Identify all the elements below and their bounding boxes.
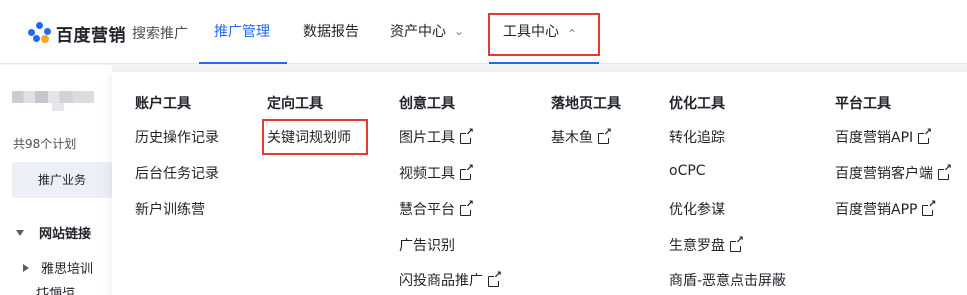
blurred-account-name-tail bbox=[52, 103, 64, 111]
sidebar-item-ielts[interactable]: 雅思培训 bbox=[23, 258, 93, 277]
baidu-marketing-logo[interactable]: 百度营销 搜索推广 bbox=[28, 21, 188, 46]
blurred-account-name bbox=[12, 91, 94, 103]
menu-item-ad-recognition[interactable]: 广告识别 bbox=[399, 235, 455, 255]
menu-item-label: 图片工具 bbox=[399, 130, 455, 146]
menu-item-video-tool[interactable]: 视频工具 ↗ bbox=[399, 163, 474, 183]
active-tab-underline bbox=[199, 62, 287, 64]
menu-item-baidu-marketing-app[interactable]: 百度营销APP ↗ bbox=[835, 199, 936, 219]
column-title-targeting-tools: 定向工具 bbox=[267, 96, 323, 112]
menu-item-label: oCPC bbox=[669, 163, 706, 179]
sidebar-item-label: 雅思培训 bbox=[41, 262, 94, 277]
tab-asset-center[interactable]: 资产中心 ⌄ bbox=[390, 0, 464, 64]
menu-item-label: 优化参谋 bbox=[669, 202, 725, 218]
menu-item-label: 基木鱼 bbox=[551, 130, 593, 146]
logo-mark-icon bbox=[28, 22, 52, 44]
menu-item-conversion-tracking[interactable]: 转化追踪 bbox=[669, 127, 725, 147]
column-title-creative-tools: 创意工具 bbox=[399, 96, 455, 112]
logo-brand-text: 百度营销 bbox=[56, 25, 126, 46]
external-link-icon: ↗ bbox=[922, 199, 936, 216]
menu-item-baidu-marketing-client[interactable]: 百度营销客户端 ↗ bbox=[835, 163, 952, 183]
external-link-icon: ↗ bbox=[460, 163, 474, 180]
menu-item-business-compass[interactable]: 生意罗盘 ↗ bbox=[669, 235, 744, 255]
tab-label: 推广管理 bbox=[214, 24, 270, 40]
sidebar-group-website-link[interactable]: 网站链接 bbox=[16, 223, 91, 242]
menu-item-label: 转化追踪 bbox=[669, 130, 725, 146]
menu-item-flash-product-promo[interactable]: 闪投商品推广 ↗ bbox=[399, 270, 502, 290]
top-navigation-bar: 百度营销 搜索推广 推广管理 数据报告 资产中心 ⌄ 工具中心 ⌃ bbox=[0, 0, 967, 64]
menu-item-image-tool[interactable]: 图片工具 ↗ bbox=[399, 127, 474, 147]
external-link-icon: ↗ bbox=[918, 127, 932, 144]
menu-item-optimization-advisor[interactable]: 优化参谋 bbox=[669, 199, 725, 219]
highlight-box-keyword-planner bbox=[262, 119, 368, 155]
menu-item-baidu-marketing-api[interactable]: 百度营销API ↗ bbox=[835, 127, 932, 147]
external-link-icon: ↗ bbox=[598, 127, 612, 144]
column-title-account-tools: 账户工具 bbox=[135, 96, 191, 112]
external-link-icon: ↗ bbox=[488, 270, 502, 287]
menu-item-malicious-click-shield[interactable]: 商盾-恶意点击屏蔽 bbox=[669, 270, 786, 290]
menu-item-label: 百度营销API bbox=[835, 130, 914, 146]
external-link-icon: ↗ bbox=[938, 163, 952, 180]
caret-right-icon bbox=[23, 263, 29, 272]
sidebar-item-cut-off[interactable]: 托福培 bbox=[36, 287, 86, 295]
menu-item-huihe-platform[interactable]: 慧合平台 ↗ bbox=[399, 199, 474, 219]
tab-label: 资产中心 bbox=[390, 24, 446, 40]
tab-promotion-management[interactable]: 推广管理 bbox=[214, 0, 270, 64]
column-title-platform-tools: 平台工具 bbox=[835, 96, 891, 112]
menu-item-label: 闪投商品推广 bbox=[399, 273, 483, 289]
column-title-optimization-tools: 优化工具 bbox=[669, 96, 725, 112]
menu-item-label: 慧合平台 bbox=[399, 202, 455, 218]
menu-item-label: 百度营销APP bbox=[835, 202, 918, 218]
promote-business-button[interactable]: 推广业务 bbox=[12, 162, 112, 198]
highlight-box-tool-center bbox=[488, 13, 600, 56]
menu-item-training-camp[interactable]: 新户训练营 bbox=[135, 199, 205, 219]
menu-item-label: 百度营销客户端 bbox=[835, 166, 933, 182]
sidebar-group-label: 网站链接 bbox=[39, 227, 92, 242]
external-link-icon: ↗ bbox=[730, 235, 744, 252]
external-link-icon: ↗ bbox=[460, 127, 474, 144]
external-link-icon: ↗ bbox=[460, 199, 474, 216]
menu-item-label: 视频工具 bbox=[399, 166, 455, 182]
menu-item-ocpc[interactable]: oCPC bbox=[669, 163, 706, 179]
menu-item-label: 广告识别 bbox=[399, 238, 455, 254]
menu-item-history-log[interactable]: 历史操作记录 bbox=[135, 127, 219, 147]
menu-item-label: 历史操作记录 bbox=[135, 130, 219, 146]
menu-item-task-log[interactable]: 后台任务记录 bbox=[135, 163, 219, 183]
chevron-down-icon: ⌄ bbox=[454, 24, 465, 38]
menu-item-jimuyu[interactable]: 基木鱼 ↗ bbox=[551, 127, 612, 147]
menu-item-label: 生意罗盘 bbox=[669, 238, 725, 254]
tool-center-underline bbox=[489, 62, 599, 64]
tab-label: 数据报告 bbox=[303, 24, 359, 40]
menu-item-label: 后台任务记录 bbox=[135, 166, 219, 182]
tool-center-dropdown: 账户工具 历史操作记录 后台任务记录 新户训练营 定向工具 关键词规划师 创意工… bbox=[112, 72, 967, 295]
caret-down-icon bbox=[16, 229, 24, 236]
plan-count: 共98个计划 bbox=[13, 137, 77, 151]
tab-data-report[interactable]: 数据报告 bbox=[303, 0, 359, 64]
product-name: 搜索推广 bbox=[132, 26, 188, 42]
menu-item-label: 商盾-恶意点击屏蔽 bbox=[669, 273, 787, 289]
left-sidebar: 共98个计划 推广业务 网站链接 雅思培训 bbox=[0, 65, 112, 295]
column-title-landing-page-tools: 落地页工具 bbox=[551, 96, 621, 112]
menu-item-label: 新户训练营 bbox=[135, 202, 205, 218]
